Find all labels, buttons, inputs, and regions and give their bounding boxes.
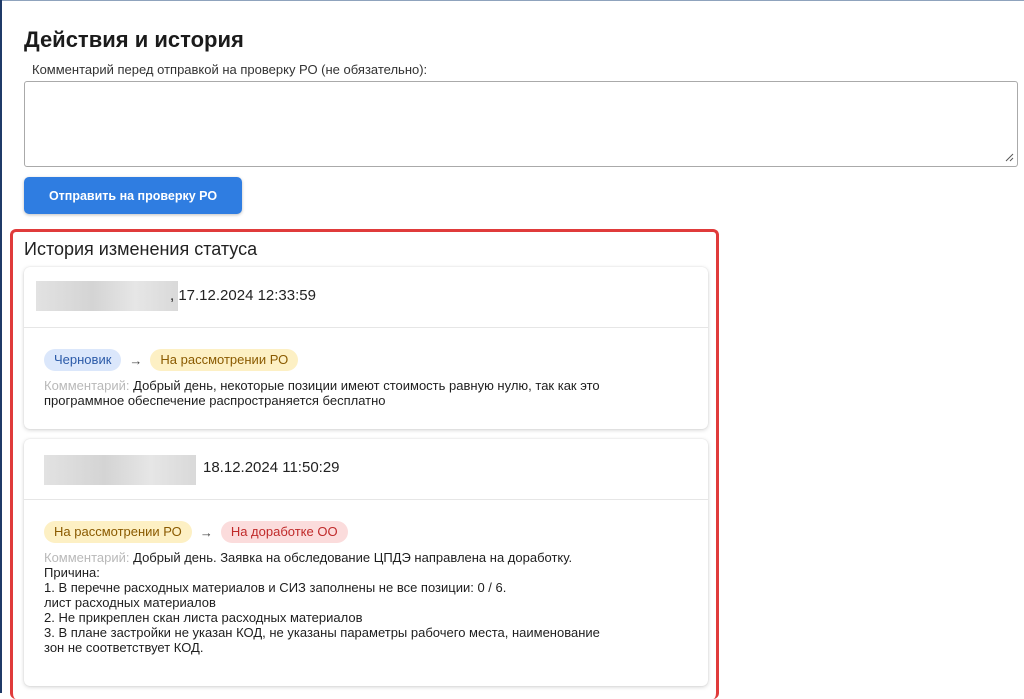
status-badge-from: Черновик (44, 349, 122, 371)
history-entry: 18.12.2024 11:50:29 На рассмотрении РО →… (24, 439, 708, 686)
section-title: Действия и история (24, 27, 244, 52)
history-entry-header: 18.12.2024 11:50:29 (24, 439, 708, 500)
arrow-right-icon: → (199, 524, 213, 540)
status-badge-from: На рассмотрении РО (44, 521, 192, 543)
comment-field-label: Комментарий перед отправкой на проверку … (32, 62, 428, 77)
comment-textarea[interactable] (24, 81, 1018, 167)
history-entry-comment: Комментарий: Добрый день. Заявка на обсл… (44, 550, 688, 655)
comment-key-label: Комментарий: (44, 550, 130, 565)
window-top-border (0, 0, 1024, 1)
history-entry-comment: Комментарий: Добрый день, некоторые пози… (44, 378, 688, 408)
submit-for-review-button[interactable]: Отправить на проверку РО (24, 177, 242, 214)
history-entry: , 17.12.2024 12:33:59 Черновик → На расс… (24, 267, 708, 429)
arrow-right-icon: → (129, 352, 143, 368)
status-transition: Черновик → На рассмотрении РО (44, 348, 688, 372)
status-transition: На рассмотрении РО → На доработке ОО (44, 520, 688, 544)
history-entry-header: , 17.12.2024 12:33:59 (24, 267, 708, 328)
history-entry-datetime: , 17.12.2024 12:33:59 (170, 287, 316, 304)
comment-key-label: Комментарий: (44, 378, 130, 393)
status-badge-to: На доработке ОО (220, 521, 348, 543)
status-badge-to: На рассмотрении РО (150, 349, 299, 371)
window-left-border (0, 0, 2, 693)
resize-grip-icon[interactable] (1004, 152, 1014, 162)
comment-text: Добрый день. Заявка на обследование ЦПДЭ… (44, 550, 600, 655)
redacted-author (36, 281, 178, 311)
redacted-author (44, 455, 196, 485)
status-history-title: История изменения статуса (24, 239, 258, 259)
history-entry-datetime: 18.12.2024 11:50:29 (203, 459, 340, 476)
